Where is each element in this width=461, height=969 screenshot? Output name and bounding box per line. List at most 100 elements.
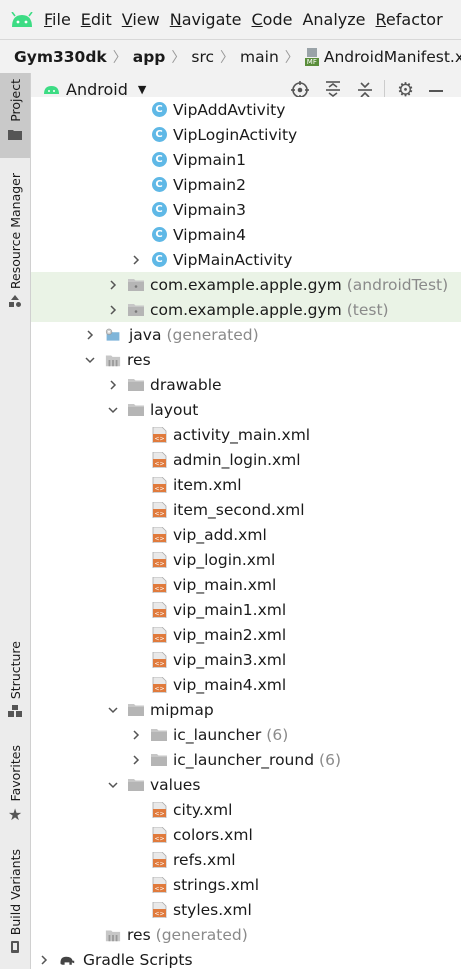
node-name: colors.xml (173, 825, 253, 844)
node-suffix: (6) (319, 750, 342, 769)
tree-file-item-xml[interactable]: <> item.xml (31, 472, 461, 497)
class-icon: C (151, 202, 167, 218)
breadcrumb-project[interactable]: Gym330dk (14, 48, 107, 66)
svg-text:<>: <> (154, 485, 164, 492)
xml-file-icon: <> (151, 626, 167, 643)
tree-file-colors-xml[interactable]: <> colors.xml (31, 822, 461, 847)
chevron-right-icon[interactable] (130, 729, 142, 741)
chevron-right-icon[interactable] (84, 329, 96, 341)
tree-node-res[interactable]: res (31, 347, 461, 372)
node-suffix: (6) (266, 725, 289, 744)
tree-file-vipmain4[interactable]: C Vipmain4 (31, 222, 461, 247)
menu-view[interactable]: View (122, 10, 160, 29)
tree-item-label: layout (150, 401, 198, 419)
class-icon: C (151, 252, 167, 268)
tree-file-vipmainactivity[interactable]: C VipMainActivity (31, 247, 461, 272)
tree-file-activity-main-xml[interactable]: <> activity_main.xml (31, 422, 461, 447)
tree-file-vipmain3[interactable]: C Vipmain3 (31, 197, 461, 222)
manifest-file-label: AndroidManifest.xml (323, 47, 461, 66)
folder-icon (128, 402, 144, 418)
tree-node-res[interactable]: res (generated) (31, 922, 461, 947)
tree-file-vip-main1-xml[interactable]: <> vip_main1.xml (31, 597, 461, 622)
class-icon: C (151, 152, 167, 168)
menu-file[interactable]: File (44, 10, 71, 29)
tree-item-label: vip_main1.xml (173, 601, 286, 619)
chevron-right-icon[interactable] (107, 379, 119, 391)
tab-project[interactable]: Project (0, 73, 30, 158)
class-icon: C (151, 102, 167, 118)
tree-item-label: ic_launcher (6) (173, 726, 288, 744)
breadcrumb-file[interactable]: MF AndroidManifest.xml (304, 47, 461, 66)
node-name: Gradle Scripts (83, 950, 193, 969)
menu-edit[interactable]: Edit (81, 10, 112, 29)
tree-node-java[interactable]: java (generated) (31, 322, 461, 347)
tree-file-city-xml[interactable]: <> city.xml (31, 797, 461, 822)
tab-structure[interactable]: Structure (0, 641, 30, 731)
tree-node-gradle-scripts[interactable]: Gradle Scripts (31, 947, 461, 969)
tree-node-values[interactable]: values (31, 772, 461, 797)
tab-build-variants[interactable]: Build Variants (0, 849, 30, 969)
breadcrumb-main[interactable]: main (240, 48, 279, 66)
tree-file-vip-login-xml[interactable]: <> vip_login.xml (31, 547, 461, 572)
chevron-down-icon[interactable] (107, 704, 119, 716)
menu-refactor[interactable]: Refactor (376, 10, 443, 29)
tree-file-admin-login-xml[interactable]: <> admin_login.xml (31, 447, 461, 472)
tree-node-com-example-apple-gym[interactable]: com.example.apple.gym (test) (31, 297, 461, 322)
node-name: vip_main4.xml (173, 675, 287, 694)
node-name: refs.xml (173, 850, 236, 869)
tree-file-vip-main4-xml[interactable]: <> vip_main4.xml (31, 672, 461, 697)
xml-file-icon: <> (151, 676, 167, 693)
tree-file-strings-xml[interactable]: <> strings.xml (31, 872, 461, 897)
tree-file-vipaddavtivity[interactable]: C VipAddAvtivity (31, 97, 461, 122)
tree-item-label: vip_add.xml (173, 526, 267, 544)
dir-src-label: src (191, 47, 215, 66)
tree-file-viploginactivity[interactable]: C VipLoginActivity (31, 122, 461, 147)
tree-item-label: VipLoginActivity (173, 126, 297, 144)
chevron-right-icon[interactable] (107, 279, 119, 291)
node-name: res (127, 925, 151, 944)
tree-file-vip-main2-xml[interactable]: <> vip_main2.xml (31, 622, 461, 647)
chevron-down-icon[interactable] (107, 404, 119, 416)
chevron-right-icon[interactable] (130, 754, 142, 766)
svg-text:<>: <> (154, 435, 164, 442)
tree-file-vipmain2[interactable]: C Vipmain2 (31, 172, 461, 197)
chevron-right-icon[interactable] (107, 304, 119, 316)
tree-file-styles-xml[interactable]: <> styles.xml (31, 897, 461, 922)
menu-analyze[interactable]: Analyze (302, 10, 365, 29)
project-tree: C VipAddAvtivity C VipLoginActivity C Vipmain… (31, 97, 461, 969)
menu-navigate[interactable]: Navigate (170, 10, 242, 29)
hide-panel-minus-icon[interactable] (429, 90, 443, 92)
folder-icon (128, 377, 144, 393)
tree-file-vip-add-xml[interactable]: <> vip_add.xml (31, 522, 461, 547)
svg-text:<>: <> (154, 585, 164, 592)
breadcrumb-module[interactable]: app (133, 48, 166, 66)
manifest-file-icon: MF (304, 47, 319, 66)
tree-file-vipmain1[interactable]: C Vipmain1 (31, 147, 461, 172)
tree-file-vip-main-xml[interactable]: <> vip_main.xml (31, 572, 461, 597)
node-name: mipmap (150, 700, 214, 719)
tree-item-label: Vipmain1 (173, 151, 246, 169)
tree-node-ic-launcher[interactable]: ic_launcher (6) (31, 722, 461, 747)
tab-build-variants-label: Build Variants (7, 849, 23, 936)
tab-favorites[interactable]: Favorites ★ (0, 745, 30, 835)
breadcrumb-src[interactable]: src (191, 48, 214, 66)
menu-code[interactable]: Code (252, 10, 293, 29)
chevron-right-icon[interactable] (38, 954, 50, 966)
chevron-down-icon[interactable] (107, 779, 119, 791)
tree-node-com-example-apple-gym[interactable]: com.example.apple.gym (androidTest) (31, 272, 461, 297)
tree-file-refs-xml[interactable]: <> refs.xml (31, 847, 461, 872)
node-name: layout (150, 400, 199, 419)
tree-node-drawable[interactable]: drawable (31, 372, 461, 397)
tab-resource-manager[interactable]: Resource Manager (0, 173, 30, 323)
node-name: com.example.apple.gym (150, 275, 342, 294)
xml-file-icon: <> (151, 451, 167, 468)
tree-node-ic-launcher-round[interactable]: ic_launcher_round (6) (31, 747, 461, 772)
tree-file-item-second-xml[interactable]: <> item_second.xml (31, 497, 461, 522)
tree-node-layout[interactable]: layout (31, 397, 461, 422)
chevron-down-icon[interactable] (84, 354, 96, 366)
left-tool-strip: Project Resource Manager Structure Favor… (0, 73, 31, 969)
tree-node-mipmap[interactable]: mipmap (31, 697, 461, 722)
tree-item-label: res (127, 351, 151, 369)
tree-file-vip-main3-xml[interactable]: <> vip_main3.xml (31, 647, 461, 672)
chevron-right-icon[interactable] (130, 254, 142, 266)
